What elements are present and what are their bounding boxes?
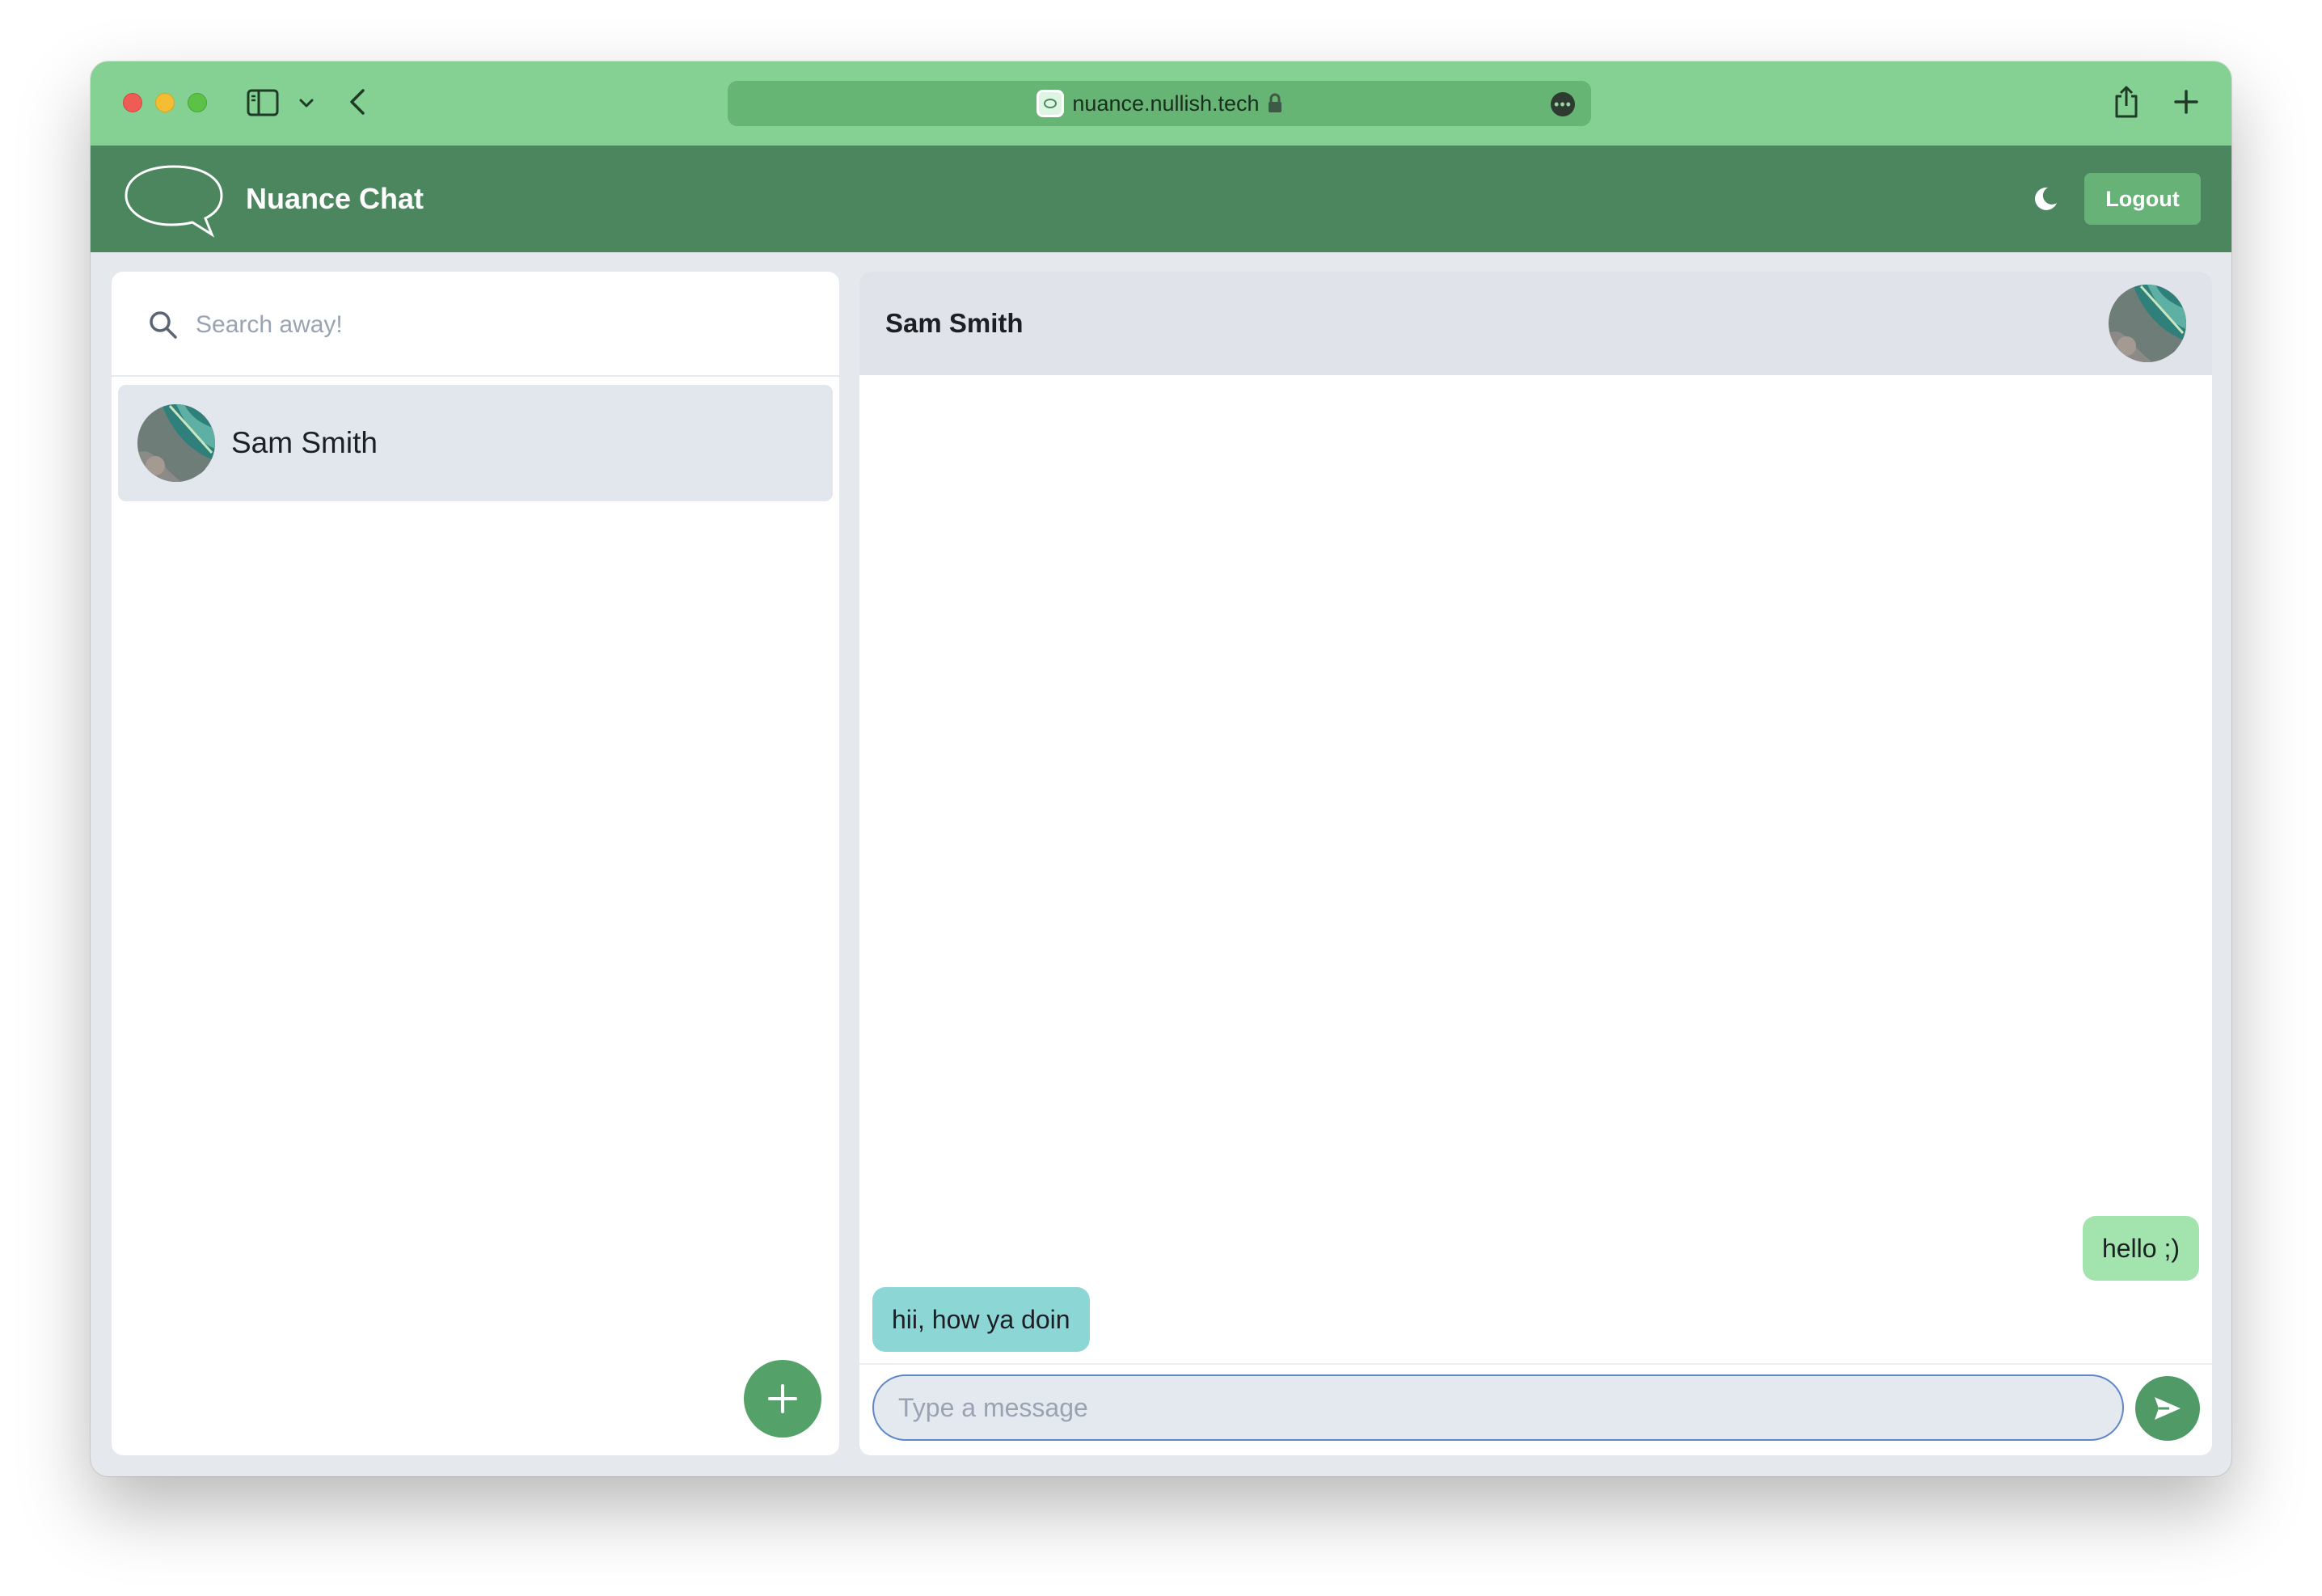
chat-panel: Sam Smith hello ;) hii, how ya doin [859,272,2212,1455]
more-icon[interactable]: ••• [1551,92,1575,116]
divider [859,1363,2212,1365]
avatar[interactable] [2109,285,2186,362]
chat-contact-name: Sam Smith [885,308,1024,338]
lock-icon [1268,93,1281,112]
search-input[interactable] [196,301,810,349]
site-favicon [1036,90,1065,117]
chat-bubble-logo [125,165,223,238]
browser-window: nuance.nullish.tech ••• Nuance Chat Logo… [91,61,2231,1476]
app-title: Nuance Chat [246,182,424,215]
maximize-window-button[interactable] [188,93,207,112]
message-input[interactable] [872,1374,2124,1441]
received-message: hii, how ya doin [872,1287,1090,1352]
url-text: nuance.nullish.tech [1072,91,1260,116]
sent-message: hello ;) [2082,1216,2199,1281]
contact-item-sam-smith[interactable]: Sam Smith [118,385,833,501]
search-icon [150,311,177,339]
plus-icon[interactable] [2170,86,2202,118]
share-icon[interactable] [2110,82,2143,121]
chevron-down-icon[interactable] [296,92,317,113]
minimize-window-button[interactable] [155,93,175,112]
moon-icon[interactable] [2028,181,2063,217]
chat-header: Sam Smith [859,272,2212,375]
add-contact-button[interactable] [744,1360,821,1438]
app-header: Nuance Chat Logout [91,146,2231,252]
send-icon [2155,1397,2181,1420]
contacts-panel: Sam Smith [112,272,839,1455]
close-window-button[interactable] [123,93,142,112]
avatar [137,404,215,482]
browser-toolbar: nuance.nullish.tech ••• [91,61,2231,146]
logout-button[interactable]: Logout [2084,173,2201,225]
contact-name: Sam Smith [231,426,378,459]
send-button[interactable] [2135,1376,2200,1441]
search-bar [112,272,839,377]
sidebar-toggle-icon[interactable] [246,87,280,118]
back-arrow-icon[interactable] [343,86,372,118]
address-bar[interactable]: nuance.nullish.tech ••• [728,81,1591,126]
